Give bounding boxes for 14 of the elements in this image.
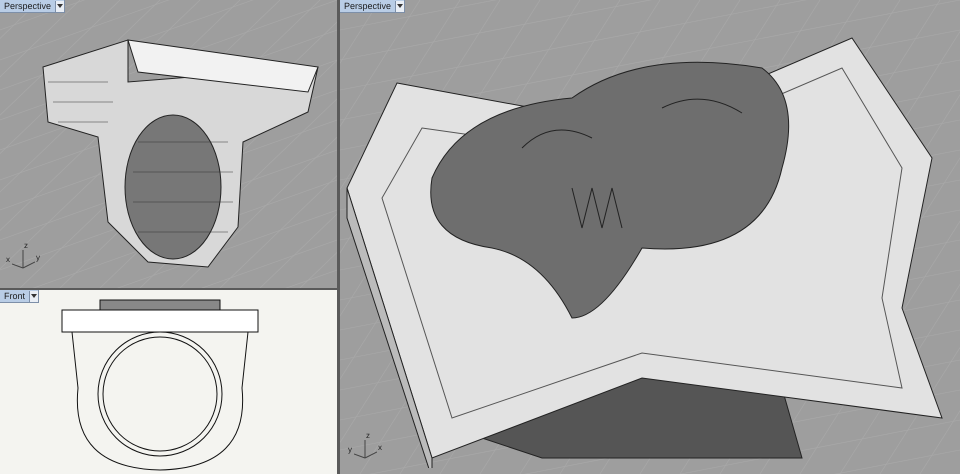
axis-label: z xyxy=(24,242,28,250)
axis-label: y xyxy=(348,446,352,454)
viewport[interactable]: Front xyxy=(0,290,337,474)
axis-label: x xyxy=(6,256,10,264)
axis-icon xyxy=(12,250,35,269)
viewport[interactable]: Perspective z x y xyxy=(0,0,337,288)
dropdown-caret-icon[interactable] xyxy=(29,290,38,302)
axis-label: y xyxy=(36,254,40,262)
viewport[interactable]: Perspective z y x xyxy=(340,0,960,474)
axis-label: z xyxy=(366,432,370,440)
axis-icon xyxy=(354,440,377,459)
axis-label: x xyxy=(378,444,382,452)
dropdown-caret-icon[interactable] xyxy=(395,0,404,12)
dropdown-caret-icon[interactable] xyxy=(55,0,64,12)
